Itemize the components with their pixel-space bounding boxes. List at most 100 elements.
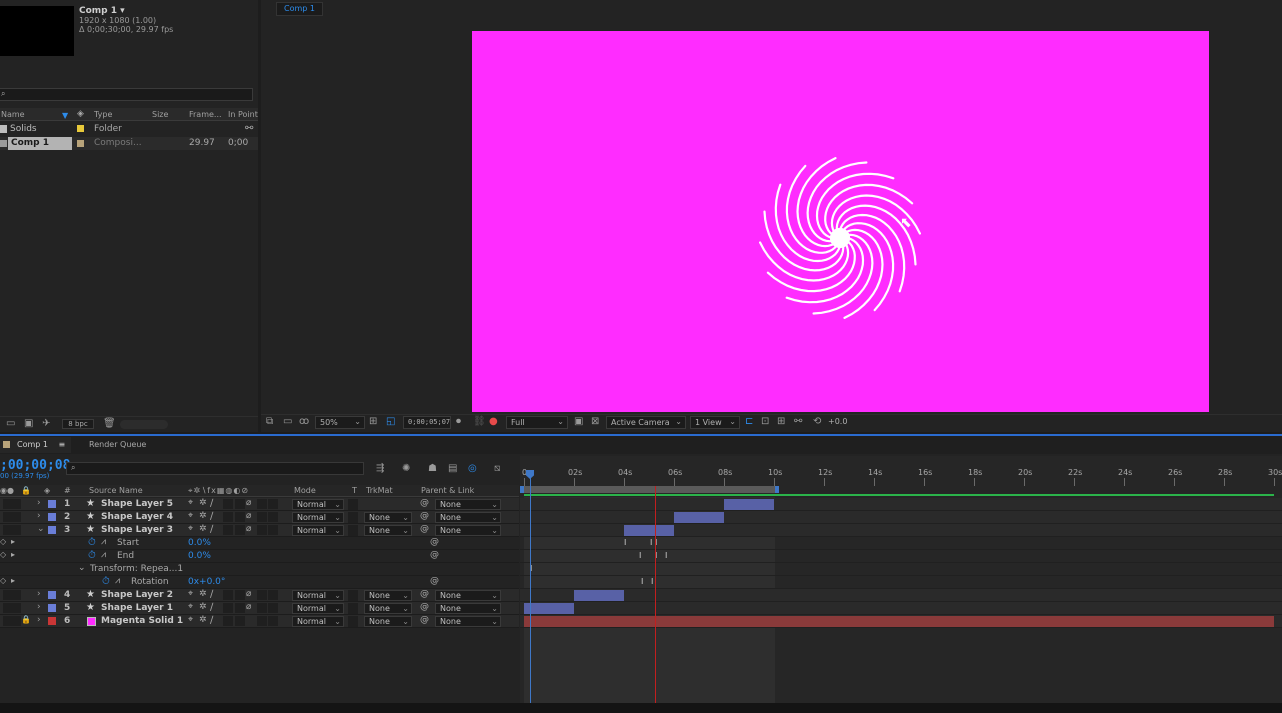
keyframe-navigator-icon[interactable]: ◇ bbox=[0, 576, 6, 585]
layer-row[interactable]: ⌄ 3 ★ Shape Layer 3 ⌖ ✲ ∕ ⌀ Normal ⌄ None ⌄ @ None ⌄ bbox=[0, 524, 519, 537]
motion-blur-switch-icon[interactable]: ⌀ bbox=[246, 511, 251, 521]
work-area-bar[interactable] bbox=[524, 486, 777, 493]
quality-switch-icon[interactable]: ∕ bbox=[210, 602, 213, 613]
always-preview-icon[interactable]: ⧉ bbox=[266, 416, 273, 428]
label-color-swatch[interactable] bbox=[77, 140, 84, 147]
trkmat-dropdown[interactable]: None ⌄ bbox=[364, 512, 412, 523]
project-item-solids[interactable]: Solids Folder ⚯ bbox=[0, 123, 258, 136]
solo-switch[interactable] bbox=[12, 525, 21, 535]
column-number[interactable]: # bbox=[64, 486, 71, 495]
video-switch[interactable] bbox=[3, 512, 12, 522]
chevron-right-icon[interactable]: › bbox=[37, 602, 41, 612]
color-channels-icon[interactable]: ● bbox=[489, 416, 498, 428]
shy-switch-icon[interactable]: ⌖ bbox=[188, 498, 193, 508]
pick-whip-icon[interactable]: @ bbox=[420, 589, 429, 599]
shy-layers-icon[interactable]: ☗ bbox=[428, 463, 437, 475]
stopwatch-icon[interactable]: ⏱ bbox=[88, 550, 96, 561]
adjustment-switch[interactable] bbox=[257, 512, 267, 522]
adjustment-switch[interactable] bbox=[257, 525, 267, 535]
motion-blur-switch-icon[interactable]: ⌀ bbox=[246, 602, 251, 612]
mode-dropdown[interactable]: Normal ⌄ bbox=[292, 499, 344, 510]
current-time-display[interactable]: ;00;00;08 bbox=[0, 458, 70, 473]
chevron-down-icon[interactable]: ⌄ bbox=[37, 524, 45, 534]
chevron-right-icon[interactable]: › bbox=[37, 498, 41, 508]
snapshot-icon[interactable]: ⛓ bbox=[473, 416, 486, 428]
property-value[interactable]: 0.0% bbox=[188, 538, 211, 548]
adjustment-switch[interactable] bbox=[257, 590, 267, 600]
video-switch[interactable] bbox=[3, 603, 12, 613]
layer-row[interactable]: 🔒 › 6 Magenta Solid 1 ⌖ ✲ ∕ Normal ⌄ None ⌄ @ None ⌄ bbox=[0, 615, 519, 628]
monitor-icon[interactable]: ▭ bbox=[283, 416, 292, 428]
keyframe-icon[interactable]: I bbox=[650, 538, 652, 547]
frame-blend-switch[interactable] bbox=[235, 525, 245, 535]
column-in-point[interactable]: In Point bbox=[228, 110, 258, 119]
viewer-timecode[interactable]: 0;00;05;07 bbox=[403, 416, 451, 429]
effects-switch[interactable] bbox=[223, 590, 233, 600]
frame-blend-switch[interactable] bbox=[235, 499, 245, 509]
work-area-end-handle[interactable] bbox=[775, 486, 779, 493]
mode-dropdown[interactable]: Normal ⌄ bbox=[292, 616, 344, 627]
flowchart-icon[interactable]: ⚯ bbox=[245, 123, 253, 134]
pick-whip-icon[interactable]: @ bbox=[430, 550, 439, 560]
collapse-switch-icon[interactable]: ✲ bbox=[199, 589, 207, 599]
collapse-switch-icon[interactable]: ✲ bbox=[199, 602, 207, 612]
graph-icon[interactable]: ⩘ bbox=[115, 576, 120, 586]
av-features-icon[interactable]: ◉● bbox=[0, 486, 14, 495]
timeline-icon[interactable]: ⊞ bbox=[777, 416, 785, 428]
column-source-name[interactable]: Source Name bbox=[89, 486, 143, 495]
new-composition-icon[interactable]: ▣ bbox=[24, 418, 33, 430]
layer-row[interactable]: › 2 ★ Shape Layer 4 ⌖ ✲ ∕ ⌀ Normal ⌄ None ⌄ @ None ⌄ bbox=[0, 511, 519, 524]
parent-dropdown[interactable]: None ⌄ bbox=[435, 525, 501, 536]
flowchart-icon[interactable]: ⚯ bbox=[794, 416, 802, 428]
preserve-transparency-switch[interactable] bbox=[348, 525, 358, 536]
trkmat-dropdown[interactable]: None ⌄ bbox=[364, 603, 412, 614]
property-value[interactable]: 0.0% bbox=[188, 551, 211, 561]
column-frame-rate[interactable]: Frame... bbox=[189, 110, 222, 119]
solo-switch[interactable] bbox=[12, 603, 21, 613]
motion-blur-icon[interactable]: ◎ bbox=[468, 463, 477, 475]
column-t[interactable]: T bbox=[352, 486, 357, 495]
draft-3d-icon[interactable]: ✺ bbox=[402, 463, 410, 475]
parent-dropdown[interactable]: None ⌄ bbox=[435, 616, 501, 627]
collapse-switch-icon[interactable]: ✲ bbox=[199, 524, 207, 534]
effects-switch[interactable] bbox=[223, 525, 233, 535]
pick-whip-icon[interactable]: @ bbox=[420, 615, 429, 625]
label-color-swatch[interactable] bbox=[48, 591, 56, 599]
trkmat-dropdown[interactable]: None ⌄ bbox=[364, 525, 412, 536]
trkmat-dropdown[interactable]: None ⌄ bbox=[364, 616, 412, 627]
label-color-swatch[interactable] bbox=[48, 526, 56, 534]
mode-dropdown[interactable]: Normal ⌄ bbox=[292, 525, 344, 536]
solo-switch[interactable] bbox=[12, 590, 21, 600]
parent-dropdown[interactable]: None ⌄ bbox=[435, 603, 501, 614]
layer-name[interactable]: Shape Layer 3 bbox=[101, 525, 173, 535]
adjustment-switch[interactable] bbox=[257, 616, 267, 626]
trash-icon[interactable]: 🗑 bbox=[103, 418, 116, 430]
quality-switch-icon[interactable]: ∕ bbox=[210, 615, 213, 626]
label-tag-icon[interactable]: ◈ bbox=[77, 109, 84, 119]
parent-dropdown[interactable]: None ⌄ bbox=[435, 499, 501, 510]
chevron-down-icon[interactable]: ⌄ bbox=[78, 563, 86, 573]
zoom-dropdown[interactable]: 50% ⌄ bbox=[315, 416, 365, 429]
parent-dropdown[interactable]: None ⌄ bbox=[435, 512, 501, 523]
pick-whip-icon[interactable]: @ bbox=[430, 537, 439, 547]
views-dropdown[interactable]: 1 View ⌄ bbox=[690, 416, 740, 429]
layer-name[interactable]: Shape Layer 1 bbox=[101, 603, 173, 613]
frame-blend-switch[interactable] bbox=[235, 512, 245, 522]
preserve-transparency-switch[interactable] bbox=[348, 603, 358, 614]
adjustment-switch[interactable] bbox=[257, 499, 267, 509]
video-switch[interactable] bbox=[3, 499, 12, 509]
region-of-interest-icon[interactable]: ▣ bbox=[574, 416, 583, 428]
property-row-end[interactable]: ◇ ▸ ⏱ ⩘ End 0.0% @ bbox=[0, 550, 519, 563]
3d-switch[interactable] bbox=[268, 499, 278, 509]
layer-name[interactable]: Shape Layer 2 bbox=[101, 590, 173, 600]
keyframe-navigator-icon[interactable]: ◇ bbox=[0, 537, 6, 546]
chevron-right-icon[interactable]: › bbox=[37, 589, 41, 599]
effects-switch[interactable] bbox=[223, 603, 233, 613]
quality-switch-icon[interactable]: ∕ bbox=[210, 589, 213, 600]
label-color-swatch[interactable] bbox=[48, 604, 56, 612]
bit-depth-button[interactable]: 8 bpc bbox=[62, 419, 94, 429]
3d-switch[interactable] bbox=[268, 616, 278, 626]
chevron-right-icon[interactable]: › bbox=[37, 511, 41, 521]
effects-switch[interactable] bbox=[223, 499, 233, 509]
property-row-rotation[interactable]: ◇ ▸ ⏱ ⩘ Rotation 0x+0.0° @ bbox=[0, 576, 519, 589]
